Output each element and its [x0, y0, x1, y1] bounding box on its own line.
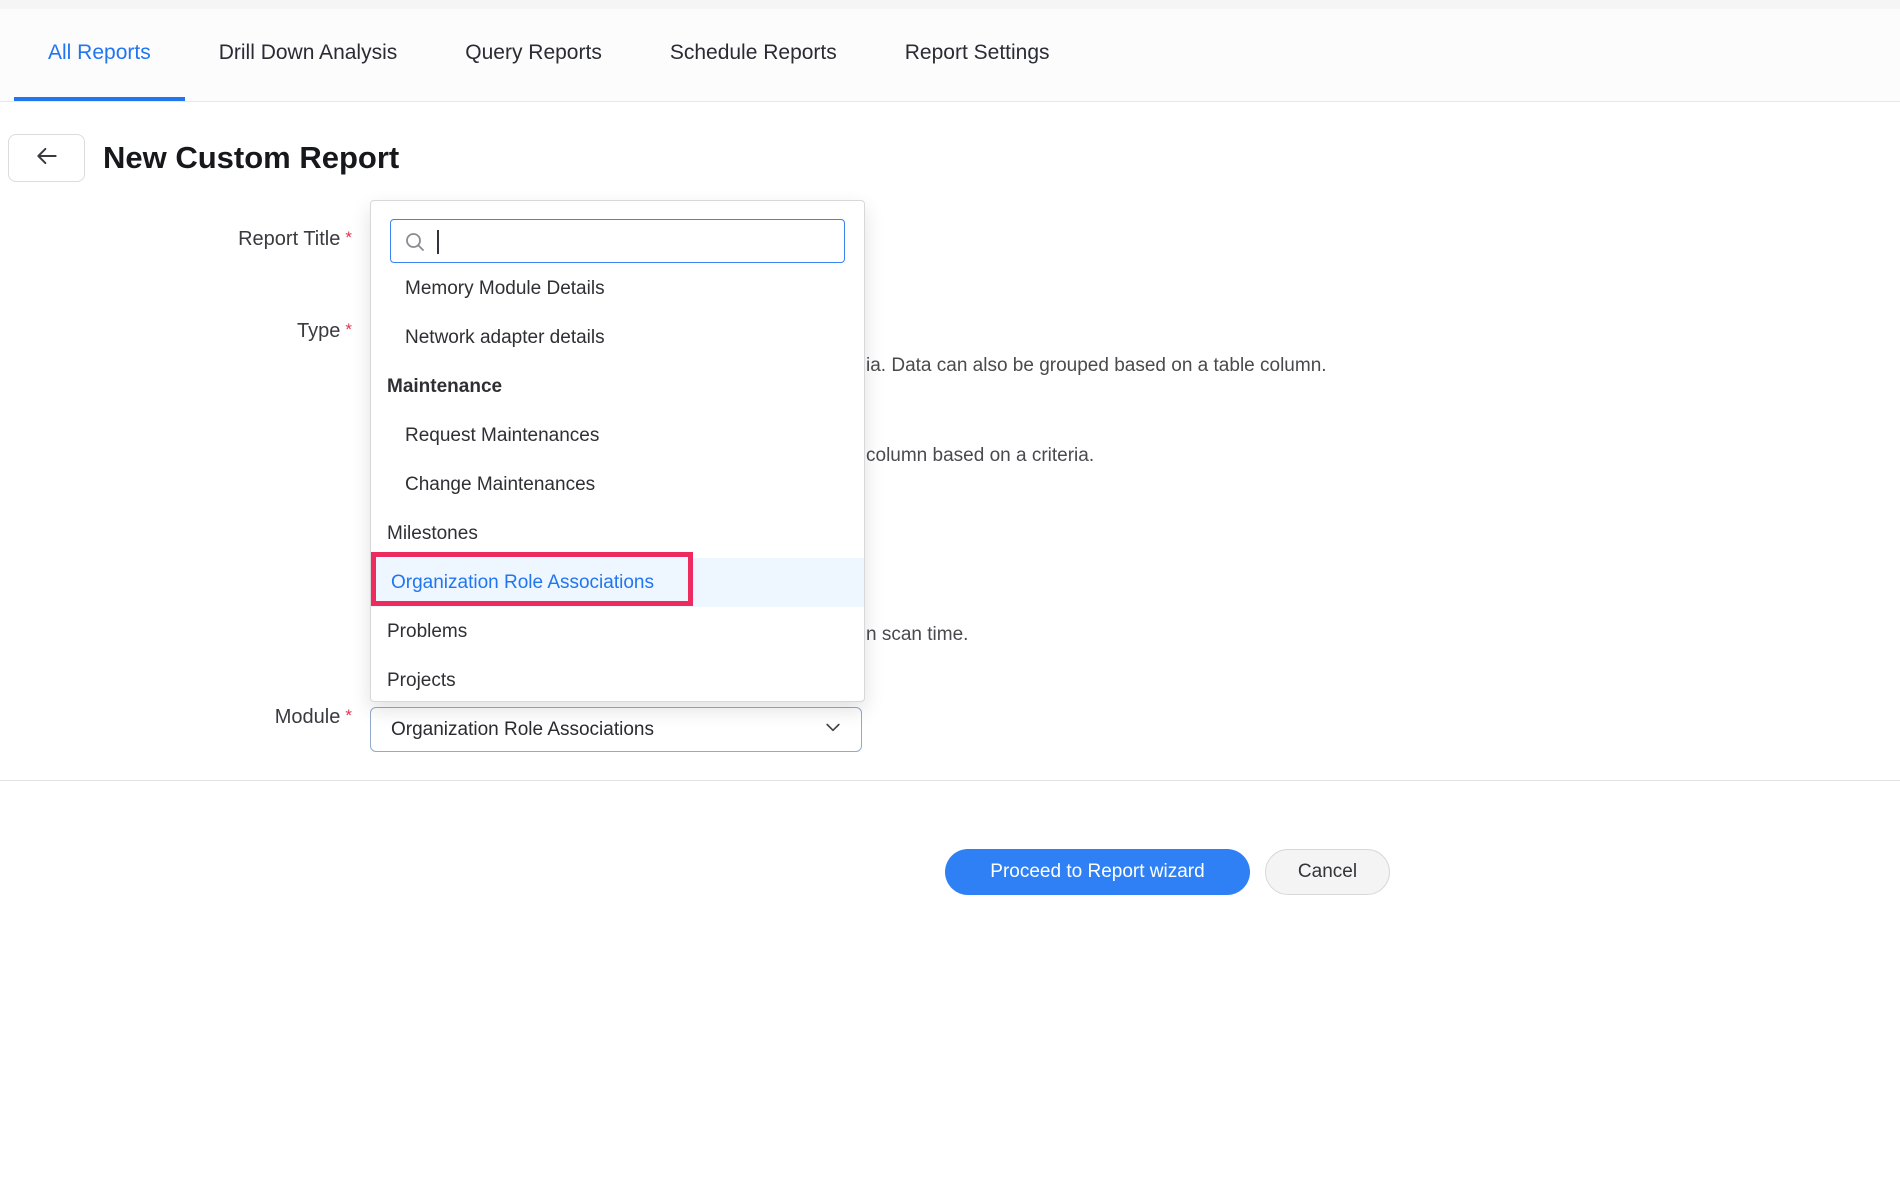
required-marker: *: [345, 706, 352, 725]
dropdown-group-maintenance: Maintenance: [371, 362, 864, 411]
required-marker: *: [345, 228, 352, 247]
module-dropdown-panel: Memory Module Details Network adapter de…: [370, 200, 865, 702]
module-label: Module*: [275, 706, 352, 729]
cancel-button[interactable]: Cancel: [1265, 849, 1390, 895]
top-strip: [0, 0, 1900, 9]
dropdown-item-memory-module-details[interactable]: Memory Module Details: [371, 264, 864, 313]
type-description-fragment: ia. Data can also be grouped based on a …: [866, 355, 1327, 377]
dropdown-item-projects[interactable]: Projects: [371, 656, 864, 705]
tab-schedule-reports[interactable]: Schedule Reports: [636, 9, 871, 101]
tab-drill-down-analysis[interactable]: Drill Down Analysis: [185, 9, 432, 101]
report-title-label: Report Title*: [238, 228, 352, 251]
dropdown-item-list: Memory Module Details Network adapter de…: [371, 264, 864, 705]
left-arrow-icon: [34, 143, 60, 174]
chevron-down-icon: [823, 717, 843, 742]
page-title: New Custom Report: [103, 140, 399, 176]
type-description-fragment: column based on a criteria.: [866, 445, 1094, 467]
module-select[interactable]: Organization Role Associations: [370, 707, 862, 752]
footer-divider: [0, 780, 1900, 781]
new-custom-report-screen: All Reports Drill Down Analysis Query Re…: [0, 0, 1900, 1196]
dropdown-item-organization-role-associations[interactable]: Organization Role Associations: [371, 558, 864, 607]
type-description-fragment: n scan time.: [866, 624, 968, 646]
required-marker: *: [345, 320, 352, 339]
dropdown-search: [390, 219, 845, 263]
dropdown-item-change-maintenances[interactable]: Change Maintenances: [371, 460, 864, 509]
dropdown-item-network-adapter-details[interactable]: Network adapter details: [371, 313, 864, 362]
module-select-value: Organization Role Associations: [391, 719, 823, 741]
tab-report-settings[interactable]: Report Settings: [871, 9, 1084, 101]
proceed-to-report-wizard-button[interactable]: Proceed to Report wizard: [945, 849, 1250, 895]
dropdown-item-milestones[interactable]: Milestones: [371, 509, 864, 558]
tab-query-reports[interactable]: Query Reports: [431, 9, 636, 101]
dropdown-search-input[interactable]: [391, 220, 844, 262]
dropdown-item-request-maintenances[interactable]: Request Maintenances: [371, 411, 864, 460]
tab-all-reports[interactable]: All Reports: [14, 9, 185, 101]
dropdown-item-problems[interactable]: Problems: [371, 607, 864, 656]
back-button[interactable]: [8, 134, 85, 182]
type-label: Type*: [297, 320, 352, 343]
reports-tab-bar: All Reports Drill Down Analysis Query Re…: [0, 9, 1900, 102]
